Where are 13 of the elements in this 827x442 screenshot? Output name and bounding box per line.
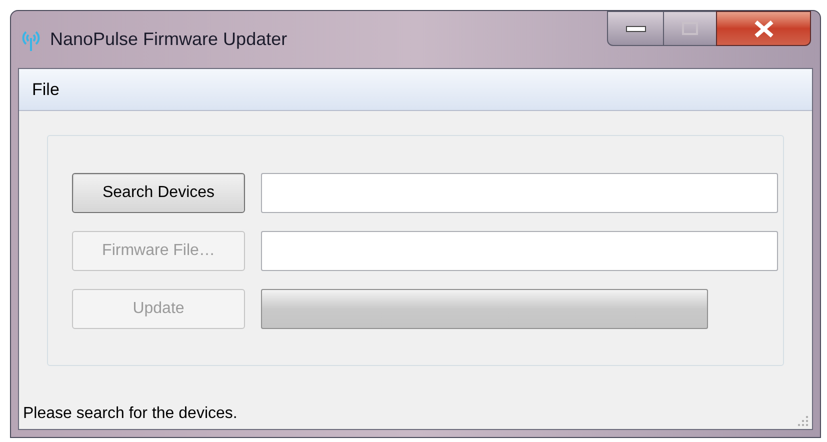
menu-item[interactable]: File	[32, 76, 60, 102]
status-text: Please search for the devices.	[23, 404, 238, 424]
close-button[interactable]	[716, 11, 811, 46]
minimize-button[interactable]	[607, 11, 664, 46]
input-field[interactable]	[261, 173, 778, 213]
close-icon	[752, 20, 774, 38]
window-title: NanoPulse Firmware Updater	[50, 28, 288, 51]
minimize-icon	[626, 26, 646, 32]
input-field[interactable]	[261, 231, 778, 271]
maximize-icon	[682, 22, 698, 35]
maximize-button[interactable]	[664, 11, 716, 46]
resize-grip-icon	[798, 416, 808, 426]
row-button[interactable]: Search Devices	[72, 173, 245, 213]
